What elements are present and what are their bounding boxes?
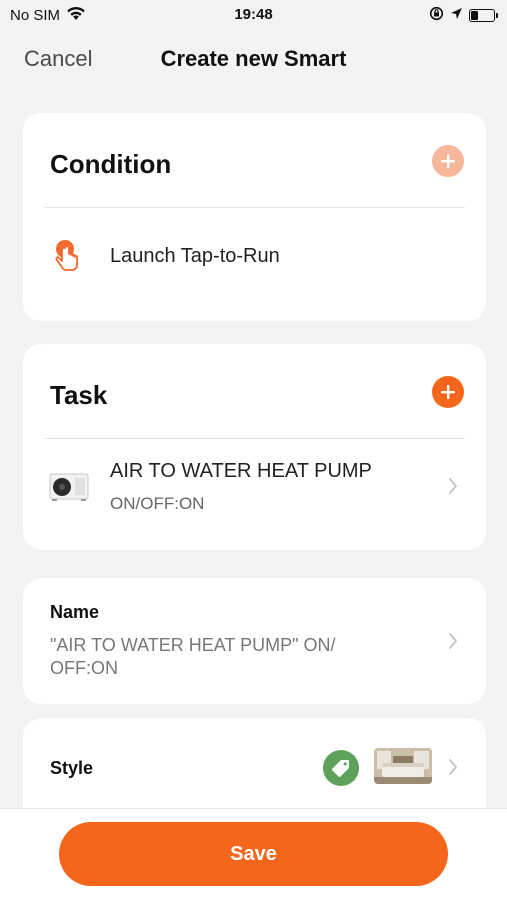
condition-divider (44, 207, 465, 208)
plus-icon (441, 154, 455, 168)
chevron-right-icon (448, 477, 458, 500)
bottom-bar: Save (0, 808, 507, 900)
battery-level (471, 11, 478, 20)
task-header: Task (50, 380, 108, 410)
style-background-thumbnail (374, 748, 432, 784)
heat-pump-device-icon (49, 472, 89, 507)
condition-card: Condition Launch Tap-to-Run (23, 113, 486, 321)
style-tag-icon (323, 750, 359, 786)
save-button[interactable]: Save (59, 822, 448, 886)
name-value: "AIR TO WATER HEAT PUMP" ON/ OFF:ON (50, 635, 336, 678)
tap-hand-icon (51, 239, 81, 278)
task-item-subtitle: ON/OFF:ON (110, 494, 205, 513)
name-card[interactable]: Name "AIR TO WATER HEAT PUMP" ON/ OFF:ON (23, 578, 486, 704)
name-label: Name (50, 602, 100, 622)
status-right (429, 6, 498, 25)
condition-item-label: Launch Tap-to-Run (110, 245, 280, 267)
battery-icon (469, 9, 498, 22)
page-title: Create new Smart (160, 46, 347, 71)
condition-header: Condition (50, 149, 172, 179)
style-label: Style (50, 758, 94, 778)
plus-icon (441, 385, 455, 399)
chevron-right-icon (448, 632, 458, 655)
status-bar: No SIM 19:48 (0, 0, 507, 30)
task-card: Task AIR TO WATER HEAT PUMP ON/OFF:ON (23, 344, 486, 550)
nav-bar: Cancel Create new Smart (0, 36, 507, 80)
chevron-right-icon (448, 758, 458, 781)
add-task-button[interactable] (432, 376, 464, 408)
task-item-title: AIR TO WATER HEAT PUMP (110, 460, 372, 482)
add-condition-button[interactable] (432, 145, 464, 177)
task-divider (44, 438, 465, 439)
rotation-lock-icon (429, 6, 444, 25)
location-arrow-icon (450, 7, 463, 24)
